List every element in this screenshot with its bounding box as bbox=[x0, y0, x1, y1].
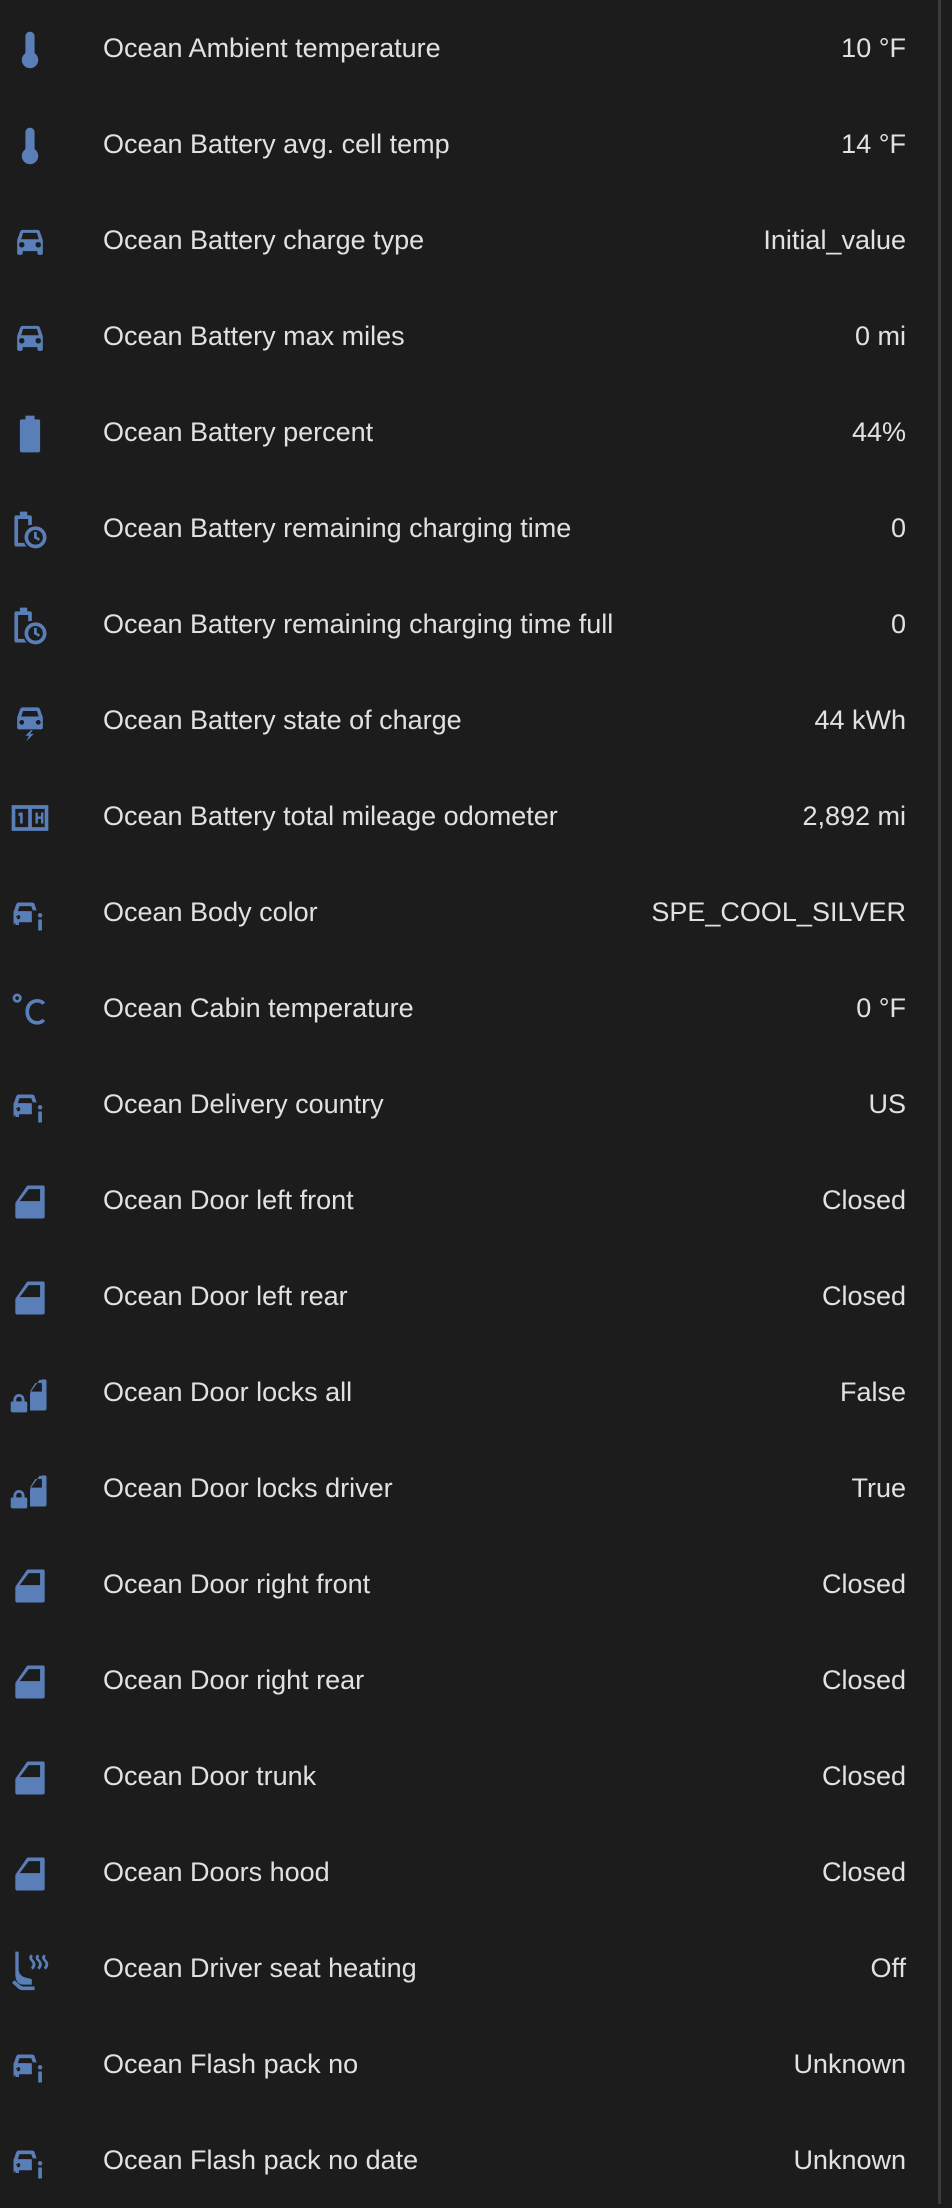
entity-name: Ocean Driver seat heating bbox=[103, 1953, 417, 1983]
entity-row[interactable]: Ocean Delivery country US bbox=[0, 1056, 938, 1152]
entity-name: Ocean Doors hood bbox=[103, 1857, 330, 1887]
car-electric-icon bbox=[8, 700, 52, 744]
scrollbar-gutter bbox=[941, 0, 952, 2204]
entity-row[interactable]: Ocean Battery remaining charging time 0 bbox=[0, 480, 938, 576]
entity-row[interactable]: Ocean Battery charge type Initial_value bbox=[0, 192, 938, 288]
entity-name: Ocean Flash pack no date bbox=[103, 2145, 419, 2175]
car-door-icon bbox=[8, 1180, 52, 1224]
entity-name: Ocean Door locks driver bbox=[103, 1473, 393, 1503]
car-seat-heater-icon bbox=[8, 1948, 52, 1992]
car-info-icon bbox=[8, 1084, 52, 1128]
thermometer-icon bbox=[8, 124, 52, 168]
car-door-lock-icon bbox=[8, 1372, 52, 1416]
entity-row[interactable]: Ocean Door left rear Closed bbox=[0, 1248, 938, 1344]
entity-row[interactable]: Ocean Door locks all False bbox=[0, 1344, 938, 1440]
entity-name: Ocean Door left front bbox=[103, 1185, 354, 1215]
entity-name: Ocean Ambient temperature bbox=[103, 33, 441, 63]
entity-state: False bbox=[839, 1377, 906, 1407]
entity-row[interactable]: Ocean Battery avg. cell temp 14 °F bbox=[0, 96, 938, 192]
entity-name: Ocean Door right front bbox=[103, 1569, 371, 1599]
entity-state: 10 °F bbox=[841, 33, 906, 63]
entity-state: 0 bbox=[890, 609, 906, 639]
entity-name: Ocean Body color bbox=[103, 897, 318, 927]
entity-name: Ocean Door locks all bbox=[103, 1377, 353, 1407]
entity-state: 0 °F bbox=[856, 993, 906, 1023]
car-icon bbox=[8, 220, 52, 264]
entity-name: Ocean Battery total mileage odometer bbox=[103, 801, 558, 831]
entity-state: Closed bbox=[821, 1185, 906, 1215]
entity-name: Ocean Battery max miles bbox=[103, 321, 405, 351]
battery-clock-icon bbox=[8, 604, 52, 648]
entity-state: Unknown bbox=[793, 2049, 906, 2079]
entity-name: Ocean Door trunk bbox=[103, 1761, 317, 1791]
entity-row[interactable]: Ocean Door left front Closed bbox=[0, 1152, 938, 1248]
entity-row[interactable]: Ocean Battery percent 44% bbox=[0, 384, 938, 480]
car-door-lock-icon bbox=[8, 1468, 52, 1512]
entity-row[interactable]: Ocean Battery total mileage odometer 2,89… bbox=[0, 768, 938, 864]
entity-row[interactable]: Ocean Cabin temperature 0 °F bbox=[0, 960, 938, 1056]
thermometer-icon bbox=[8, 28, 52, 72]
entity-row[interactable]: Ocean Battery state of charge 44 kWh bbox=[0, 672, 938, 768]
entity-state: 2,892 mi bbox=[802, 801, 906, 831]
entity-row[interactable]: Ocean Flash pack no date Unknown bbox=[0, 2112, 938, 2208]
entity-state: 0 bbox=[890, 513, 906, 543]
car-door-icon bbox=[8, 1276, 52, 1320]
car-door-icon bbox=[8, 1660, 52, 1704]
entity-state: Unknown bbox=[793, 2145, 906, 2175]
entity-row[interactable]: Ocean Battery max miles 0 mi bbox=[0, 288, 938, 384]
entity-state: 44% bbox=[851, 417, 906, 447]
entity-name: Ocean Battery remaining charging time fu… bbox=[103, 609, 614, 639]
car-icon bbox=[8, 316, 52, 360]
car-info-icon bbox=[8, 2140, 52, 2184]
entity-state: Initial_value bbox=[763, 225, 906, 255]
entity-state: Closed bbox=[821, 1569, 906, 1599]
entity-list-panel: Ocean Ambient temperature 10 °F Ocean Batt… bbox=[0, 0, 938, 2204]
entity-name: Ocean Delivery country bbox=[103, 1089, 384, 1119]
battery-icon bbox=[8, 412, 52, 456]
entity-state: True bbox=[851, 1473, 906, 1503]
entity-name: Ocean Battery percent bbox=[103, 417, 374, 447]
temperature-celsius-icon bbox=[8, 988, 52, 1032]
entity-name: Ocean Door left rear bbox=[103, 1281, 348, 1311]
entity-name: Ocean Battery avg. cell temp bbox=[103, 129, 450, 159]
entity-state: SPE_COOL_SILVER bbox=[651, 897, 906, 927]
entity-row[interactable]: Ocean Door right rear Closed bbox=[0, 1632, 938, 1728]
entity-state: US bbox=[868, 1089, 906, 1119]
car-info-icon bbox=[8, 2044, 52, 2088]
entity-row[interactable]: Ocean Door locks driver True bbox=[0, 1440, 938, 1536]
entity-row[interactable]: Ocean Doors hood Closed bbox=[0, 1824, 938, 1920]
entity-name: Ocean Cabin temperature bbox=[103, 993, 414, 1023]
entity-state: 0 mi bbox=[854, 321, 906, 351]
entity-state: Closed bbox=[821, 1761, 906, 1791]
car-door-icon bbox=[8, 1852, 52, 1896]
car-door-icon bbox=[8, 1756, 52, 1800]
entity-row[interactable]: Ocean Flash pack no Unknown bbox=[0, 2016, 938, 2112]
counter-icon bbox=[8, 796, 52, 840]
entity-row[interactable]: Ocean Driver seat heating Off bbox=[0, 1920, 938, 2016]
battery-clock-icon bbox=[8, 508, 52, 552]
entity-state: Closed bbox=[821, 1665, 906, 1695]
entity-name: Ocean Door right rear bbox=[103, 1665, 365, 1695]
entity-state: 14 °F bbox=[841, 129, 906, 159]
entity-row[interactable]: Ocean Ambient temperature 10 °F bbox=[0, 0, 938, 96]
entity-list: Ocean Ambient temperature 10 °F Ocean Batt… bbox=[0, 0, 938, 2208]
entity-row[interactable]: Ocean Battery remaining charging time fu… bbox=[0, 576, 938, 672]
entity-name: Ocean Flash pack no bbox=[103, 2049, 359, 2079]
entity-state: Closed bbox=[821, 1857, 906, 1887]
car-info-icon bbox=[8, 892, 52, 936]
car-door-icon bbox=[8, 1564, 52, 1608]
entity-name: Ocean Battery charge type bbox=[103, 225, 425, 255]
entity-state: 44 kWh bbox=[814, 705, 906, 735]
entity-state: Off bbox=[870, 1953, 906, 1983]
entity-row[interactable]: Ocean Door right front Closed bbox=[0, 1536, 938, 1632]
entity-row[interactable]: Ocean Body color SPE_COOL_SILVER bbox=[0, 864, 938, 960]
entity-state: Closed bbox=[821, 1281, 906, 1311]
entity-name: Ocean Battery remaining charging time bbox=[103, 513, 572, 543]
entity-row[interactable]: Ocean Door trunk Closed bbox=[0, 1728, 938, 1824]
entity-name: Ocean Battery state of charge bbox=[103, 705, 462, 735]
